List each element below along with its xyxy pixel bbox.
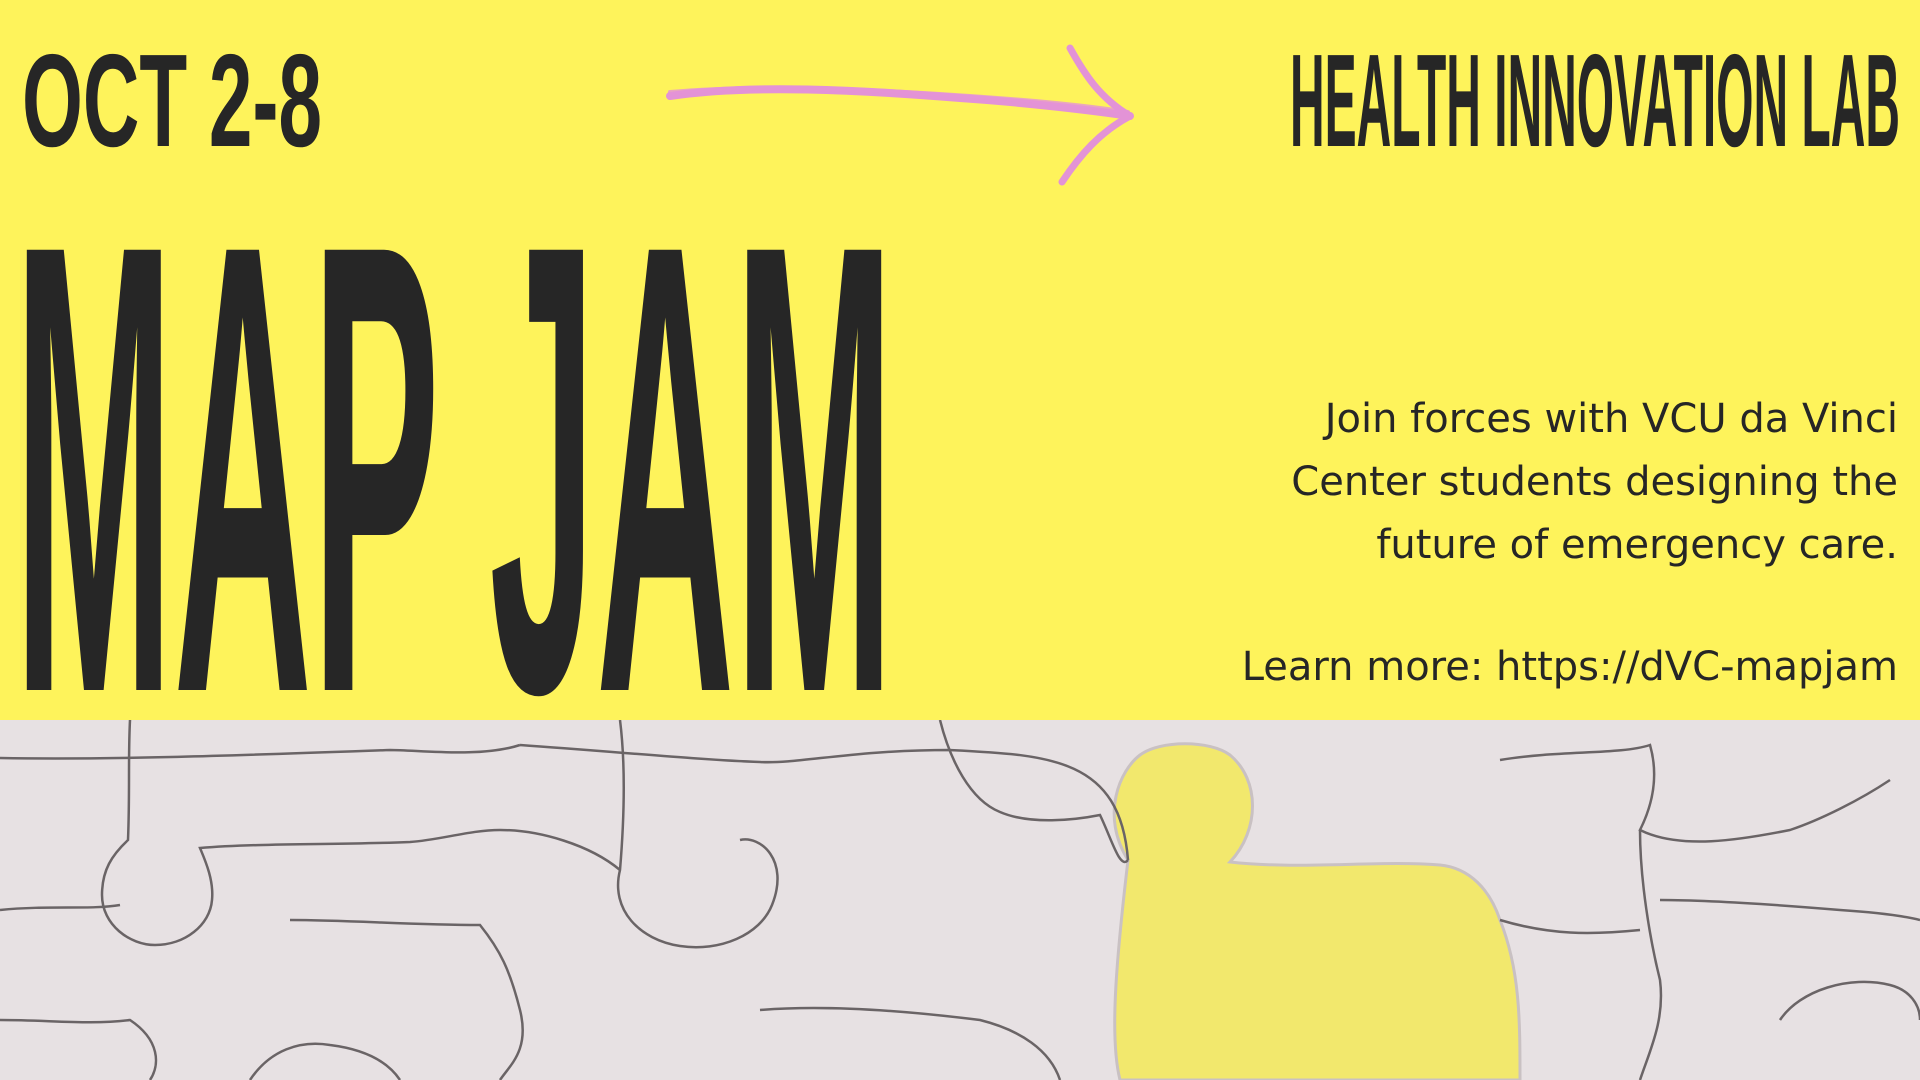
event-date-text: OCT 2-8: [22, 48, 322, 158]
event-date-svg: OCT 2-8: [22, 48, 322, 158]
right-arrow-icon: [666, 44, 1134, 186]
puzzle-art: [0, 720, 1920, 1080]
event-description: Join forces with VCU da Vinci Center stu…: [1178, 388, 1898, 577]
organization-name-text: HEALTH INNOVATION LAB: [1290, 48, 1900, 158]
description-line-3: future of emergency care.: [1376, 522, 1898, 568]
organization-name: HEALTH INNOVATION LAB: [1290, 48, 1900, 158]
event-title-text: MAP JAM: [14, 225, 894, 700]
description-line-1: Join forces with VCU da Vinci: [1324, 396, 1898, 442]
organization-name-svg: HEALTH INNOVATION LAB: [1290, 48, 1900, 158]
event-banner: OCT 2-8 HEALTH INNOVATION LAB MAP JAM Jo…: [0, 0, 1920, 1080]
description-line-2: Center students designing the: [1291, 459, 1898, 505]
event-title: MAP JAM: [14, 225, 894, 700]
puzzle-pieces-image: [0, 720, 1920, 1080]
event-title-svg: MAP JAM: [14, 225, 894, 700]
event-date: OCT 2-8: [22, 48, 322, 158]
learn-more-link[interactable]: Learn more: https://dVC-mapjam: [998, 636, 1898, 699]
